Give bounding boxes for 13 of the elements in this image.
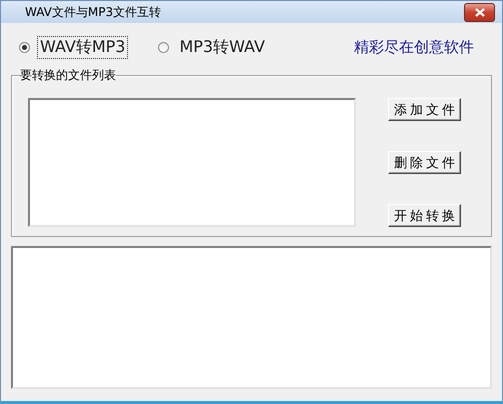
slogan-text: 精彩尽在创意软件 (354, 38, 474, 56)
radio-label[interactable]: MP3转WAV (176, 36, 268, 58)
action-button[interactable]: 添加文件 (388, 98, 461, 121)
radio-button[interactable] (19, 42, 30, 52)
close-icon (474, 8, 484, 16)
close-button[interactable] (464, 2, 495, 22)
action-button[interactable]: 开始转换 (388, 204, 461, 227)
group-label: 要转换的文件列表 (20, 67, 116, 84)
radio-label[interactable]: WAV转MP3 (37, 36, 128, 58)
window-title: WAV文件与MP3文件互转 (25, 4, 162, 20)
action-button[interactable]: 删除文件 (388, 151, 461, 174)
radio-button[interactable] (158, 42, 170, 52)
file-list[interactable] (28, 98, 356, 227)
